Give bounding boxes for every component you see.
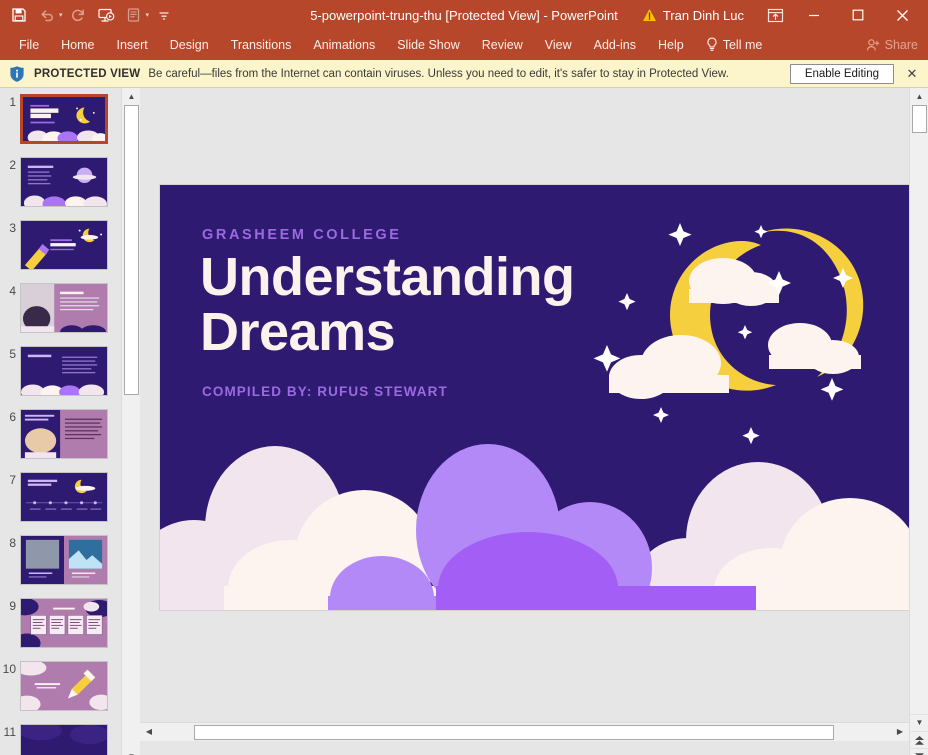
- list-item[interactable]: 6: [0, 409, 121, 472]
- list-item[interactable]: 7: [0, 472, 121, 535]
- customize-quick-access-toolbar-icon[interactable]: [151, 3, 177, 27]
- warning-icon: [642, 8, 657, 22]
- account-name: Tran Dinh Luc: [662, 7, 744, 23]
- tell-me-label: Tell me: [722, 37, 763, 52]
- tab-add-ins[interactable]: Add-ins: [583, 33, 647, 58]
- slide-number: 11: [3, 725, 16, 739]
- list-item[interactable]: 4: [0, 283, 121, 346]
- tab-help[interactable]: Help: [647, 33, 695, 58]
- current-slide[interactable]: GRASHEEM COLLEGE Understanding Dreams CO…: [160, 185, 915, 610]
- share-button[interactable]: Share: [866, 38, 918, 52]
- list-item[interactable]: 8: [0, 535, 121, 598]
- maximize-button[interactable]: [836, 0, 880, 30]
- protected-view-bar: PROTECTED VIEW Be careful—files from the…: [0, 60, 928, 88]
- start-from-beginning-icon[interactable]: [93, 3, 119, 27]
- slide-number: 1: [9, 95, 16, 109]
- lightbulb-icon: [706, 37, 718, 52]
- slide-number: 3: [9, 221, 16, 235]
- list-item[interactable]: 9: [0, 598, 121, 661]
- thumbnail-slide-10[interactable]: [20, 661, 108, 711]
- slide-thumbnail-list[interactable]: 1 2 3 4 5 6 7 8 9 10 11: [0, 88, 121, 755]
- slide-title: Understanding Dreams: [200, 247, 575, 363]
- thumbnail-slide-11[interactable]: [20, 724, 108, 755]
- list-item[interactable]: 10: [0, 661, 121, 724]
- tell-me-search[interactable]: Tell me: [695, 32, 774, 58]
- slide-editing-area: GRASHEEM COLLEGE Understanding Dreams CO…: [140, 88, 928, 755]
- tab-design[interactable]: Design: [159, 33, 220, 58]
- title-bar: ▾ ▾ 5-powerpoint-trung-thu [Protected Vi…: [0, 0, 928, 30]
- tab-animations[interactable]: Animations: [302, 33, 386, 58]
- scroll-down-icon[interactable]: ▼: [122, 748, 141, 755]
- vertical-scrollbar-thumb[interactable]: [912, 105, 927, 133]
- tab-insert[interactable]: Insert: [106, 33, 159, 58]
- slide-number: 4: [9, 284, 16, 298]
- tab-home[interactable]: Home: [50, 33, 105, 58]
- tab-transitions[interactable]: Transitions: [220, 33, 303, 58]
- list-item[interactable]: 1: [0, 94, 121, 157]
- thumbnail-slide-3[interactable]: [20, 220, 108, 270]
- thumbnail-slide-4[interactable]: [20, 283, 108, 333]
- slide-number: 6: [9, 410, 16, 424]
- close-button[interactable]: [880, 0, 924, 30]
- thumbnail-scrollbar[interactable]: ▲ ▼: [121, 88, 141, 755]
- scroll-up-icon[interactable]: ▲: [122, 88, 141, 105]
- ribbon-tab-bar: File Home Insert Design Transitions Anim…: [0, 30, 928, 60]
- tab-review[interactable]: Review: [471, 33, 534, 58]
- slide-number: 2: [9, 158, 16, 172]
- next-slide-button[interactable]: [910, 748, 928, 755]
- slide-number: 7: [9, 473, 16, 487]
- scrollbar-thumb[interactable]: [124, 105, 139, 395]
- scroll-up-icon[interactable]: ▲: [910, 88, 928, 105]
- slide-number: 5: [9, 347, 16, 361]
- list-item[interactable]: 5: [0, 346, 121, 409]
- scroll-left-icon[interactable]: ◀: [140, 723, 158, 742]
- enable-editing-button[interactable]: Enable Editing: [789, 63, 894, 84]
- ribbon-display-options-icon[interactable]: [758, 2, 792, 28]
- slide-number: 9: [9, 599, 16, 613]
- slide-eyebrow: GRASHEEM COLLEGE: [202, 227, 402, 243]
- thumbnail-slide-8[interactable]: [20, 535, 108, 585]
- undo-icon[interactable]: [34, 3, 60, 27]
- list-item[interactable]: 11: [0, 724, 121, 755]
- scroll-right-icon[interactable]: ▶: [891, 723, 909, 742]
- list-item[interactable]: 3: [0, 220, 121, 283]
- info-icon: [8, 65, 26, 83]
- workspace: 1 2 3 4 5 6 7 8 9 10 11 ▲ GRASHEEM COLLE…: [0, 88, 928, 755]
- horizontal-scroll-track[interactable]: [158, 723, 891, 742]
- tab-slide-show[interactable]: Slide Show: [386, 33, 471, 58]
- protected-view-message: Be careful—files from the Internet can c…: [148, 67, 729, 80]
- tab-file[interactable]: File: [8, 33, 50, 58]
- tab-view[interactable]: View: [534, 33, 583, 58]
- slide-number: 10: [2, 662, 16, 676]
- list-item[interactable]: 2: [0, 157, 121, 220]
- horizontal-scrollbar[interactable]: ◀ ▶: [140, 722, 909, 741]
- slide-nav-buttons: ▼: [910, 714, 928, 755]
- thumbnail-slide-5[interactable]: [20, 346, 108, 396]
- slide-byline: COMPILED BY: RUFUS STEWART: [202, 384, 448, 399]
- thumbnail-slide-9[interactable]: [20, 598, 108, 648]
- thumbnail-slide-6[interactable]: [20, 409, 108, 459]
- protected-view-badge: PROTECTED VIEW: [34, 67, 141, 80]
- save-icon[interactable]: [6, 3, 32, 27]
- window-controls: Tran Dinh Luc: [642, 0, 928, 30]
- touch-mode-icon[interactable]: [121, 3, 147, 27]
- thumbnail-slide-7[interactable]: [20, 472, 108, 522]
- minimize-button[interactable]: [792, 0, 836, 30]
- slide-number: 8: [9, 536, 16, 550]
- close-icon[interactable]: ✕: [904, 66, 920, 82]
- quick-access-toolbar: ▾ ▾: [0, 3, 177, 27]
- share-label: Share: [884, 38, 918, 52]
- cloud-decoration: [160, 444, 915, 610]
- account-indicator[interactable]: Tran Dinh Luc: [642, 8, 744, 23]
- share-person-icon: [866, 39, 879, 51]
- moon-and-stars-illustration: [593, 223, 864, 445]
- thumbnail-slide-2[interactable]: [20, 157, 108, 207]
- scroll-down-icon[interactable]: ▼: [910, 714, 928, 731]
- previous-slide-button[interactable]: [910, 731, 928, 748]
- slide-thumbnail-pane: 1 2 3 4 5 6 7 8 9 10 11 ▲: [0, 88, 141, 755]
- slide-vertical-scrollbar[interactable]: ▲ ▼: [909, 88, 928, 755]
- redo-icon[interactable]: [65, 3, 91, 27]
- horizontal-scrollbar-thumb[interactable]: [194, 724, 834, 740]
- thumbnail-slide-1[interactable]: [20, 94, 108, 144]
